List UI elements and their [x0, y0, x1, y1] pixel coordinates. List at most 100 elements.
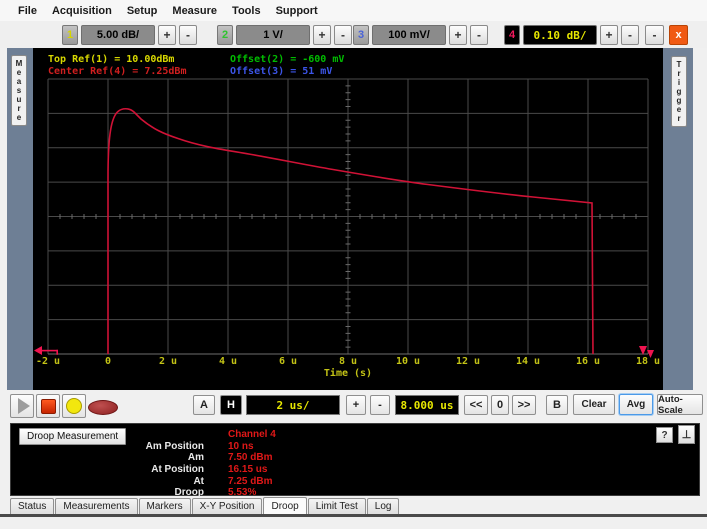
clear-button[interactable]: Clear — [573, 394, 615, 415]
vtab-letter: s — [17, 86, 21, 95]
tab-x-y-position[interactable]: X-Y Position — [192, 498, 263, 514]
vtab-letter: T — [677, 60, 682, 69]
channel-1-scale-display[interactable]: 5.00 dB/ — [81, 25, 155, 45]
results-label: At — [11, 476, 204, 487]
vtab-letter: e — [677, 105, 681, 114]
channel-4-scale-display[interactable]: 0.10 dB/ — [523, 25, 597, 45]
vtab-letter: e — [17, 113, 21, 122]
minimize-button[interactable]: - — [645, 25, 664, 45]
x-axis-title: Time (s) — [324, 368, 372, 379]
auto-scale-button[interactable]: Auto-Scale — [657, 394, 703, 415]
results-row-header: Channel 4 — [11, 429, 699, 441]
channel-3-scale-display[interactable]: 100 mV/ — [372, 25, 446, 45]
channel-2-group: 2 1 V/ + - — [217, 25, 352, 45]
stop-icon — [41, 399, 56, 414]
menu-file[interactable]: File — [18, 5, 37, 17]
delay-back-button[interactable]: << — [464, 395, 488, 415]
x-tick-label: 0 — [105, 356, 111, 367]
measure-panel-tab[interactable]: Measure — [11, 55, 27, 126]
single-acquisition-button[interactable] — [62, 394, 86, 418]
scope-annotation: Offset(2) = -600 mV — [230, 54, 344, 65]
results-row: Am Position 10 ns — [11, 441, 699, 453]
timebase-b-button[interactable]: B — [546, 395, 568, 415]
channel-3-button[interactable]: 3 — [353, 25, 369, 45]
results-label: Am Position — [11, 441, 204, 452]
vtab-letter: r — [677, 69, 680, 78]
channel-3-scale-decrease-button[interactable]: - — [470, 25, 488, 45]
timebase-decrease-button[interactable]: - — [370, 395, 390, 415]
scope-annotation: Offset(3) = 51 mV — [230, 66, 332, 77]
timebase-increase-button[interactable]: + — [346, 395, 366, 415]
bottom-tabs: StatusMeasurementsMarkersX-Y PositionDro… — [0, 496, 707, 514]
channel-3-scale-increase-button[interactable]: + — [449, 25, 467, 45]
right-sidebar: Trigger — [663, 48, 693, 390]
channel-4-group: 4 0.10 dB/ + - — [504, 25, 639, 45]
tab-log[interactable]: Log — [367, 498, 400, 514]
x-tick-label: -2 u — [36, 356, 60, 367]
close-button[interactable]: x — [669, 25, 688, 45]
tab-markers[interactable]: Markers — [139, 498, 191, 514]
menu-measure[interactable]: Measure — [172, 5, 217, 17]
channel-4-button[interactable]: 4 — [504, 25, 520, 45]
x-tick-label: 10 u — [396, 356, 420, 367]
results-label: Am — [11, 452, 204, 463]
tab-measurements[interactable]: Measurements — [55, 498, 137, 514]
x-tick-label: 8 u — [339, 356, 357, 367]
channel-bar: 1 5.00 dB/ + - 2 1 V/ + - 3 100 mV/ + - … — [0, 21, 707, 48]
horizontal-button[interactable]: H — [220, 395, 242, 415]
channel-1-group: 1 5.00 dB/ + - — [62, 25, 197, 45]
waveform-plot — [33, 48, 663, 390]
vtab-letter: a — [17, 77, 21, 86]
channel-1-scale-decrease-button[interactable]: - — [179, 25, 197, 45]
x-tick-label: 12 u — [456, 356, 480, 367]
channel-2-scale-display[interactable]: 1 V/ — [236, 25, 310, 45]
tab-limit-test[interactable]: Limit Test — [308, 498, 366, 514]
acquisition-status-led — [88, 400, 118, 415]
channel-2-button[interactable]: 2 — [217, 25, 233, 45]
vtab-letter: M — [16, 59, 23, 68]
tab-droop[interactable]: Droop — [263, 497, 306, 514]
delay-display[interactable]: 8.000 us — [395, 395, 459, 415]
scope-annotation: Top Ref(1) = 10.00dBm — [48, 54, 174, 65]
results-value: 7.25 dBm — [228, 476, 272, 487]
results-label: At Position — [11, 464, 204, 475]
x-tick-label: 18 u — [636, 356, 660, 367]
tab-status[interactable]: Status — [10, 498, 54, 514]
vtab-letter: r — [677, 114, 680, 123]
menu-tools[interactable]: Tools — [232, 5, 261, 17]
menu-bar: File Acquisition Setup Measure Tools Support — [0, 0, 707, 21]
channel-2-scale-decrease-button[interactable]: - — [334, 25, 352, 45]
scope-annotation: Center Ref(4) = 7.25dBm — [48, 66, 186, 77]
channel-2-scale-increase-button[interactable]: + — [313, 25, 331, 45]
trigger-panel-tab[interactable]: Trigger — [671, 56, 687, 127]
stop-button[interactable] — [36, 394, 60, 418]
channel-4-scale-increase-button[interactable]: + — [600, 25, 618, 45]
results-channel-value: Channel 4 — [228, 429, 276, 440]
x-tick-label: 14 u — [516, 356, 540, 367]
average-button[interactable]: Avg — [619, 394, 653, 415]
left-sidebar: Measure — [7, 48, 33, 390]
timebase-scale-display[interactable]: 2 us/ — [246, 395, 340, 415]
x-tick-label: 4 u — [219, 356, 237, 367]
scope-display-area: Measure Top Ref(1) = 10.00dBmOffset(2) =… — [0, 48, 707, 390]
results-value: 10 ns — [228, 441, 254, 452]
single-acquisition-icon — [66, 398, 82, 414]
droop-results: Channel 4 Am Position 10 nsAm7.50 dBmAt Po… — [11, 429, 699, 499]
delay-forward-button[interactable]: >> — [512, 395, 536, 415]
menu-support[interactable]: Support — [276, 5, 318, 17]
channel-1-scale-increase-button[interactable]: + — [158, 25, 176, 45]
menu-acquisition[interactable]: Acquisition — [52, 5, 112, 17]
acquisition-control-bar: A H 2 us/ + - 8.000 us << 0 >> B Clear A… — [0, 390, 707, 422]
results-row: Am7.50 dBm — [11, 452, 699, 464]
timebase-a-button[interactable]: A — [193, 395, 215, 415]
results-row: At Position16.15 us — [11, 464, 699, 476]
channel-4-scale-decrease-button[interactable]: - — [621, 25, 639, 45]
vtab-letter: i — [678, 78, 680, 87]
x-tick-label: 2 u — [159, 356, 177, 367]
channel-1-button[interactable]: 1 — [62, 25, 78, 45]
menu-setup[interactable]: Setup — [127, 5, 158, 17]
delay-zero-button[interactable]: 0 — [491, 395, 509, 415]
run-button[interactable] — [10, 394, 34, 418]
vtab-letter: g — [677, 87, 682, 96]
scope-screen: Top Ref(1) = 10.00dBm Offset(2) = -600 mV… — [33, 48, 663, 390]
